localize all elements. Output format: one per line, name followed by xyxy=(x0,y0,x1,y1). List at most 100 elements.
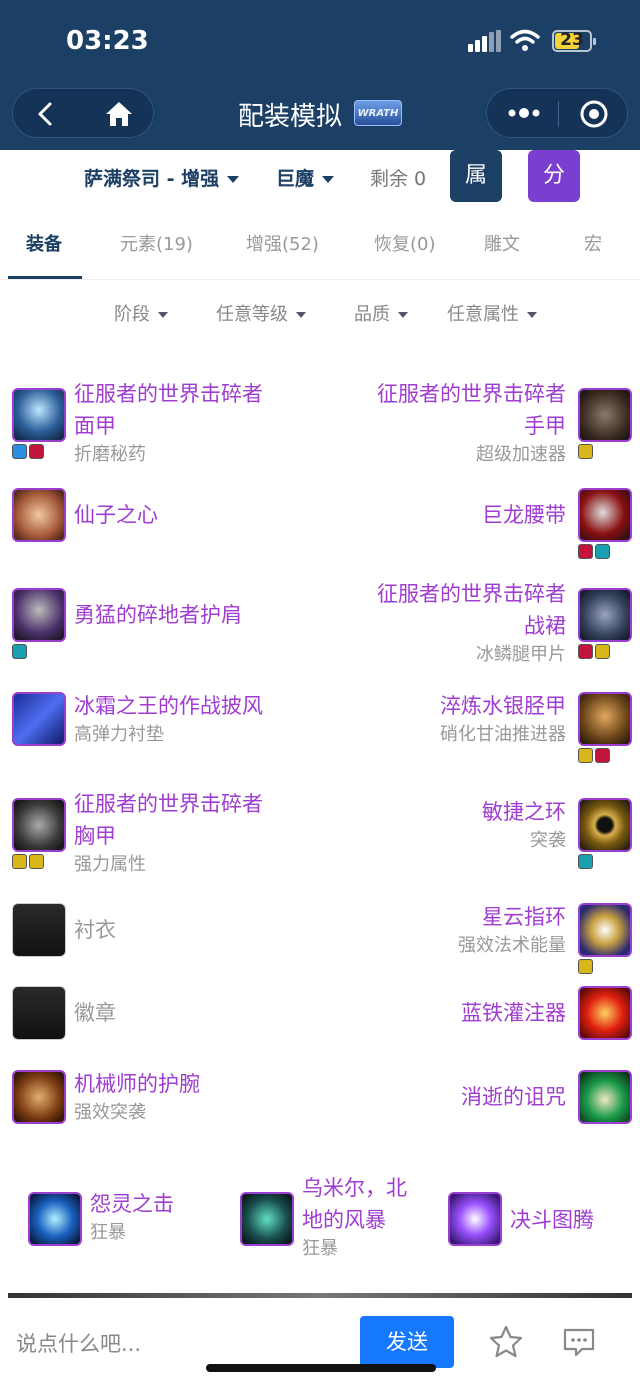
back-icon[interactable] xyxy=(31,99,61,129)
helmet-icon[interactable] xyxy=(12,388,66,442)
item-name[interactable]: 消逝的诅咒 xyxy=(326,1081,566,1113)
gem-icon xyxy=(578,959,593,974)
gem-sockets xyxy=(578,444,595,460)
cloak-icon[interactable] xyxy=(12,692,66,746)
tab-gear[interactable]: 装备 xyxy=(26,230,62,256)
item-name[interactable]: 征服者的世界击碎者 xyxy=(74,378,263,410)
gem-icon xyxy=(578,854,593,869)
battery-level: 23 xyxy=(560,30,584,50)
item-name[interactable]: 衬衣 xyxy=(74,914,116,946)
level-filter[interactable]: 任意等级 xyxy=(216,300,306,326)
top-bar: 03:23 23 配装模拟 WRATH xyxy=(0,0,640,150)
tab-glyphs[interactable]: 雕文 xyxy=(484,230,520,256)
race-select[interactable]: 巨魔 xyxy=(276,164,335,191)
enchant-label: 硝化甘油推进器 xyxy=(440,724,566,745)
level-filter-label: 任意等级 xyxy=(216,304,288,325)
gem-sockets xyxy=(12,444,46,460)
gem-icon xyxy=(595,544,610,559)
ring-icon[interactable] xyxy=(578,798,632,852)
favorite-star-icon[interactable] xyxy=(488,1324,524,1360)
home-icon[interactable] xyxy=(103,99,135,129)
weapon-name[interactable]: 地的风暴 xyxy=(302,1204,386,1236)
wifi-icon xyxy=(510,29,540,51)
wrath-logo: WRATH xyxy=(354,100,402,126)
item-name[interactable]: 机械师的护腕 xyxy=(74,1068,200,1100)
gloves-icon[interactable] xyxy=(578,388,632,442)
belt-icon[interactable] xyxy=(578,488,632,542)
class-spec-label: 萨满祭司 - 增强 xyxy=(84,168,220,190)
mainhand-icon[interactable] xyxy=(28,1192,82,1246)
chevron-down-icon xyxy=(398,312,408,318)
chevron-down-icon xyxy=(296,312,306,318)
item-name[interactable]: 战裙 xyxy=(326,610,566,642)
item-name[interactable]: 淬炼水银胫甲 xyxy=(326,690,566,722)
gem-icon xyxy=(595,748,610,763)
close-miniprogram-icon[interactable] xyxy=(579,99,609,129)
shirt-icon[interactable] xyxy=(12,903,66,957)
ring2-icon[interactable] xyxy=(578,903,632,957)
item-name[interactable]: 征服者的世界击碎者 xyxy=(326,378,566,410)
item-name[interactable]: 征服者的世界击碎者 xyxy=(326,578,566,610)
signal-icon xyxy=(468,30,502,52)
shoulder-icon[interactable] xyxy=(12,588,66,642)
tab-elemental[interactable]: 元素(19) xyxy=(120,230,193,256)
enchant-label: 强效突袭 xyxy=(74,1102,146,1123)
nav-pill xyxy=(12,88,154,138)
tab-macros[interactable]: 宏 xyxy=(584,230,602,256)
necklace-icon[interactable] xyxy=(12,488,66,542)
enchant-label: 冰鳞腿甲片 xyxy=(476,644,566,665)
weapon-name[interactable]: 乌米尔，北 xyxy=(302,1172,407,1204)
chevron-down-icon xyxy=(227,176,240,183)
item-name[interactable]: 敏捷之环 xyxy=(326,796,566,828)
gem-sockets xyxy=(12,644,29,660)
gem-icon xyxy=(578,644,593,659)
home-indicator xyxy=(206,1364,436,1372)
tab-enhancement[interactable]: 增强(52) xyxy=(246,230,319,256)
chevron-down-icon xyxy=(158,312,168,318)
score-button[interactable]: 分 xyxy=(528,150,580,202)
offhand-icon[interactable] xyxy=(240,1192,294,1246)
item-name[interactable]: 面甲 xyxy=(74,410,116,442)
chest-icon[interactable] xyxy=(12,798,66,852)
item-name[interactable]: 勇猛的碎地者护肩 xyxy=(74,599,242,631)
item-name[interactable]: 巨龙腰带 xyxy=(326,499,566,531)
comment-input[interactable]: 说点什么吧... xyxy=(16,1328,141,1358)
enchant-label: 狂暴 xyxy=(90,1222,126,1243)
send-button[interactable]: 发送 xyxy=(360,1316,454,1368)
item-name[interactable]: 仙子之心 xyxy=(74,499,158,531)
item-name[interactable]: 冰霜之王的作战披风 xyxy=(74,690,263,722)
class-spec-select[interactable]: 萨满祭司 - 增强 xyxy=(84,164,240,191)
attribute-filter[interactable]: 任意属性 xyxy=(447,300,537,326)
phase-filter[interactable]: 阶段 xyxy=(114,300,168,326)
tab-restoration[interactable]: 恢复(0) xyxy=(374,230,436,256)
trinket-icon[interactable] xyxy=(578,986,632,1040)
item-name[interactable]: 蓝铁灌注器 xyxy=(326,997,566,1029)
tab-bar: 装备 元素(19) 增强(52) 恢复(0) 雕文 宏 xyxy=(0,222,640,280)
gem-icon xyxy=(578,444,593,459)
legs-icon[interactable] xyxy=(578,588,632,642)
weapon-name[interactable]: 决斗图腾 xyxy=(510,1204,594,1236)
totem-icon[interactable] xyxy=(448,1192,502,1246)
weapon-name[interactable]: 怨灵之击 xyxy=(90,1188,174,1220)
attributes-button[interactable]: 属 xyxy=(450,150,502,202)
bracer-icon[interactable] xyxy=(12,1070,66,1124)
tabard-icon[interactable] xyxy=(12,986,66,1040)
enchant-label: 超级加速器 xyxy=(476,444,566,465)
gem-icon xyxy=(12,854,27,869)
active-tab-indicator xyxy=(8,276,82,279)
comment-icon[interactable] xyxy=(562,1326,596,1358)
chevron-down-icon xyxy=(527,312,537,318)
quality-filter[interactable]: 品质 xyxy=(354,300,408,326)
phase-filter-label: 阶段 xyxy=(114,304,150,325)
item-name[interactable]: 征服者的世界击碎者 xyxy=(74,788,263,820)
item-name[interactable]: 手甲 xyxy=(326,410,566,442)
more-icon[interactable] xyxy=(507,103,541,123)
trinket2-icon[interactable] xyxy=(578,1070,632,1124)
item-name[interactable]: 胸甲 xyxy=(74,820,116,852)
item-name[interactable]: 徽章 xyxy=(74,997,116,1029)
page-title: 配装模拟 xyxy=(238,102,343,132)
item-name[interactable]: 星云指环 xyxy=(326,901,566,933)
gem-icon xyxy=(29,444,44,459)
gem-sockets xyxy=(578,544,612,560)
boots-icon[interactable] xyxy=(578,692,632,746)
